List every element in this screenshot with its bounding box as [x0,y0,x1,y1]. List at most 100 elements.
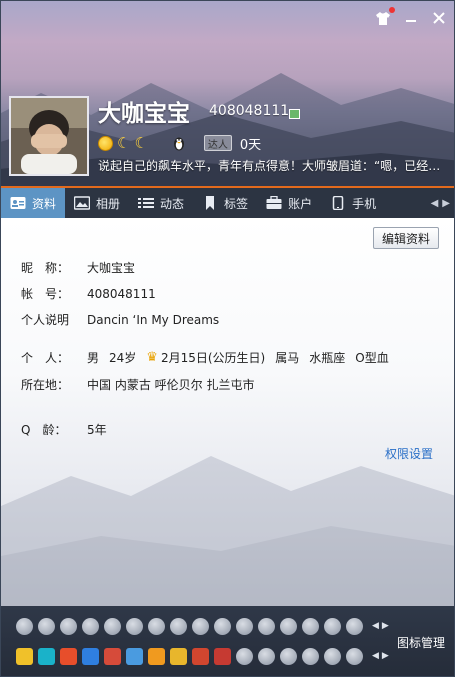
daren-badge[interactable]: 达人 [203,135,232,151]
location-label: 所在地： [21,378,70,392]
star-icon[interactable] [324,618,341,635]
personal-row: 个 人： 男 24岁 ♛ 2月15日(公历生日) 属马 水瓶座 O型血 [21,349,389,366]
crown-small-icon[interactable] [170,618,187,635]
graduation-cap-icon[interactable] [258,648,275,665]
tab-scroll-left-icon[interactable]: ◀ [431,198,439,209]
box-icon[interactable] [214,648,231,665]
qage-row: Q 龄： 5年 [21,421,107,438]
permission-settings-link[interactable]: 权限设置 [385,445,433,462]
badge-icon[interactable] [346,618,363,635]
profile-card-icon [10,197,26,209]
game-icon[interactable] [104,648,121,665]
heart-broken-icon[interactable] [16,618,33,635]
tab-label: 动态 [160,196,185,211]
diamond-blue-icon[interactable] [192,618,209,635]
profile-window: 大咖宝宝 408048111 ☾ ☾ 达人 0天 说起自己的飙车水平，青年有点得… [0,0,455,677]
icon-row-top-arrows: ◀ ▶ [372,621,389,631]
blood-type: O型血 [355,351,389,365]
tab-scroll: ◀ ▶ [431,188,454,218]
qq-browser-icon[interactable] [38,648,55,665]
minimize-icon[interactable] [402,9,420,27]
icon-row-bottom [16,648,363,665]
icon-manage-button[interactable]: 图标管理 [397,634,445,651]
icon-bar: ◀ ▶ ◀ ▶ 图标管理 [1,606,454,676]
tab-account[interactable]: 账户 [257,188,321,218]
sun-small-icon[interactable] [126,618,143,635]
constellation: 水瓶座 [309,351,346,365]
vip-badge-icon[interactable] [289,109,300,119]
age: 24岁 [109,351,137,365]
qq-number: 408048111 [209,103,290,119]
camera-icon[interactable] [346,648,363,665]
heart-icon[interactable] [38,618,55,635]
icon-row-bottom-arrows: ◀ ▶ [372,651,389,661]
account-row: 帐 号： 408048111 [21,285,156,302]
tab-label: 账户 [288,196,313,211]
daren-days: 0天 [239,137,262,153]
tab-label: 标签 [224,196,249,211]
gender: 男 [87,351,100,365]
nickname-row: 昵 称： 大咖宝宝 [21,259,135,276]
travel-icon[interactable] [126,648,143,665]
film-icon[interactable] [324,648,341,665]
close-icon[interactable] [430,9,448,27]
penguin-icon[interactable] [172,135,186,151]
tab-tags[interactable]: 标签 [193,188,257,218]
avatar[interactable] [9,96,89,176]
mobile-phone-icon [332,196,344,210]
diamond-green-icon[interactable] [236,618,253,635]
nickname-value: 大咖宝宝 [87,261,136,275]
diamond-red-icon[interactable] [214,618,231,635]
bio-value: Dancin ‘In My Dreams [87,312,220,327]
qage-value: 5年 [87,423,107,437]
app-icon[interactable] [60,648,77,665]
tab-scroll-right-icon[interactable]: ▶ [442,198,450,209]
edit-profile-button[interactable]: 编辑资料 [373,227,439,249]
cup-icon[interactable] [60,618,77,635]
tab-profile[interactable]: 资料 [1,188,66,218]
list-feed-icon [138,198,155,208]
pet-icon[interactable] [170,648,187,665]
diamond-yellow-icon[interactable] [258,618,275,635]
qq-mail-icon[interactable] [82,648,99,665]
penguin-small-icon[interactable] [104,618,121,635]
nickname: 大咖宝宝 [98,101,190,127]
daren-label: 达人 [207,139,228,151]
birthday-group: ♛ 2月15日(公历生日) [146,349,265,366]
personal-label: 个 人： [21,351,70,365]
tshirt-icon[interactable] [374,7,395,27]
tab-label: 相册 [96,196,121,211]
background-decoration [1,456,454,606]
tab-bar: 资料 相册 动态 标签 账户 手机 ◀ ▶ [1,186,454,218]
arrow-left-icon[interactable]: ◀ [372,651,379,661]
signature[interactable]: 说起自己的飙车水平，青年有点得意！大师皱眉道：“嗯，已经… [98,157,454,174]
qq-show-icon[interactable] [148,618,165,635]
tab-album[interactable]: 相册 [65,188,129,218]
coin-icon[interactable] [148,648,165,665]
profile-header: 大咖宝宝 408048111 ☾ ☾ 达人 0天 说起自己的飙车水平，青年有点得… [1,1,454,186]
swirl-icon[interactable] [302,648,319,665]
moon-level-icon[interactable]: ☾ [117,135,130,151]
photo-album-icon [74,196,91,210]
crown-icon: ♛ [146,350,158,365]
bookmark-icon [206,196,215,210]
tab-mobile[interactable]: 手机 [321,188,385,218]
location-value: 中国 内蒙古 呼伦贝尔 扎兰屯市 [87,378,255,392]
gift-icon[interactable] [302,618,319,635]
arrow-right-icon[interactable]: ▶ [382,651,389,661]
nickname-label: 昵 称： [21,261,70,275]
arrow-left-icon[interactable]: ◀ [372,621,379,631]
profile-info-panel: 编辑资料 昵 称： 大咖宝宝 帐 号： 408048111 个人说明 Danci… [1,218,454,606]
diamond-purple-icon[interactable] [280,618,297,635]
zodiac: 属马 [275,351,300,365]
chat-icon[interactable] [236,648,253,665]
bio-label: 个人说明 [21,313,70,327]
diamond-icon[interactable] [82,618,99,635]
arrow-right-icon[interactable]: ▶ [382,621,389,631]
star-gold-icon[interactable] [16,648,33,665]
tab-feed[interactable]: 动态 [129,188,193,218]
shield-icon[interactable] [280,648,297,665]
moon-level-icon[interactable]: ☾ [134,135,147,151]
sun-level-icon[interactable] [98,135,113,151]
music-icon[interactable] [192,648,209,665]
